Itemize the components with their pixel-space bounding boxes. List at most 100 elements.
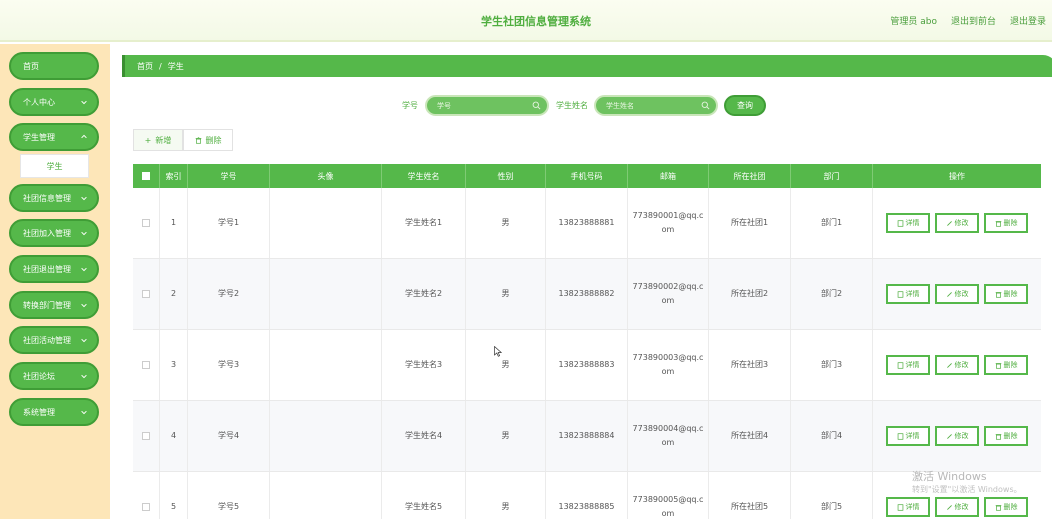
edit-button[interactable]: 修改 [935, 497, 979, 517]
sidebar: 首页 个人中心 学生管理 学生 社团信息管理 社团加入管理 社团退出管理 转换部… [0, 44, 110, 519]
admin-user-label[interactable]: 管理员 abo [890, 14, 937, 27]
chevron-down-icon [81, 410, 87, 415]
edit-button[interactable]: 修改 [935, 355, 979, 375]
cell-name: 学生姓名4 [382, 401, 466, 471]
pencil-icon [946, 504, 952, 510]
table-body: 1 学号1 学生姓名1 男 13823888881 773890001@qq.c… [133, 188, 1041, 519]
cell-dept: 部门5 [791, 472, 873, 519]
cell-email: 773890003@qq.com [628, 330, 709, 400]
select-all-cell [133, 164, 160, 188]
delete-button[interactable]: 删除 [984, 426, 1028, 446]
sidebar-item-profile[interactable]: 个人中心 [9, 88, 99, 116]
chevron-up-icon [81, 134, 87, 139]
document-icon [897, 432, 903, 440]
batch-delete-button[interactable]: 删除 [183, 129, 233, 151]
logout-link[interactable]: 退出登录 [1010, 14, 1046, 27]
cell-phone: 13823888881 [546, 188, 628, 258]
delete-button[interactable]: 删除 [984, 213, 1028, 233]
sidebar-item-dept-transfer[interactable]: 转换部门管理 [9, 291, 99, 319]
cell-gender: 男 [466, 259, 546, 329]
cell-avatar [270, 401, 382, 471]
detail-button[interactable]: 详情 [886, 426, 930, 446]
pencil-icon [946, 433, 952, 439]
col-header-email: 邮箱 [628, 164, 709, 188]
chevron-down-icon [81, 267, 87, 272]
student-no-input[interactable]: 学号 [425, 95, 549, 116]
cell-phone: 13823888884 [546, 401, 628, 471]
cell-club: 所在社团5 [709, 472, 791, 519]
chevron-down-icon [81, 100, 87, 105]
cell-index: 3 [160, 330, 188, 400]
cell-avatar [270, 259, 382, 329]
student-table: 索引 学号 头像 学生姓名 性别 手机号码 邮箱 所在社团 部门 操作 1 学号… [133, 164, 1041, 519]
row-checkbox[interactable] [142, 219, 150, 227]
sidebar-item-student-manage[interactable]: 学生管理 [9, 123, 99, 151]
cell-actions: 详情 修改 删除 [873, 401, 1041, 471]
edit-button[interactable]: 修改 [935, 213, 979, 233]
cell-dept: 部门2 [791, 259, 873, 329]
table-row: 1 学号1 学生姓名1 男 13823888881 773890001@qq.c… [133, 188, 1041, 259]
student-name-input[interactable]: 学生姓名 [594, 95, 718, 116]
cell-index: 1 [160, 188, 188, 258]
add-button[interactable]: + 新增 [133, 129, 183, 151]
sidebar-subitem-student[interactable]: 学生 [20, 154, 89, 178]
cell-no: 学号5 [188, 472, 270, 519]
cell-club: 所在社团1 [709, 188, 791, 258]
pencil-icon [946, 291, 952, 297]
trash-icon [195, 136, 201, 144]
sidebar-item-club-forum[interactable]: 社团论坛 [9, 362, 99, 390]
delete-button[interactable]: 删除 [984, 497, 1028, 517]
breadcrumb-home[interactable]: 首页 [137, 61, 153, 72]
search-icon [532, 101, 541, 110]
cell-avatar [270, 330, 382, 400]
table-header: 索引 学号 头像 学生姓名 性别 手机号码 邮箱 所在社团 部门 操作 [133, 164, 1041, 188]
cell-no: 学号3 [188, 330, 270, 400]
row-checkbox[interactable] [142, 503, 150, 511]
document-icon [897, 290, 903, 298]
delete-button[interactable]: 删除 [984, 284, 1028, 304]
back-to-front-link[interactable]: 退出到前台 [951, 14, 996, 27]
header-links: 管理员 abo 退出到前台 退出登录 [890, 14, 1046, 27]
cell-phone: 13823888885 [546, 472, 628, 519]
cell-email: 773890004@qq.com [628, 401, 709, 471]
activation-watermark-title: 激活 Windows [912, 470, 987, 483]
breadcrumb-separator: / [159, 61, 162, 71]
sidebar-item-club-join[interactable]: 社团加入管理 [9, 219, 99, 247]
cell-actions: 详情 修改 删除 [873, 259, 1041, 329]
trash-icon [995, 291, 1001, 298]
col-header-dept: 部门 [791, 164, 873, 188]
query-button[interactable]: 查询 [724, 95, 766, 116]
col-header-club: 所在社团 [709, 164, 791, 188]
cell-dept: 部门4 [791, 401, 873, 471]
cell-email: 773890002@qq.com [628, 259, 709, 329]
row-checkbox[interactable] [142, 432, 150, 440]
document-icon [897, 503, 903, 511]
edit-button[interactable]: 修改 [935, 284, 979, 304]
cell-name: 学生姓名3 [382, 330, 466, 400]
activation-watermark-subtitle: 转到"设置"以激活 Windows。 [912, 485, 1022, 494]
edit-button[interactable]: 修改 [935, 426, 979, 446]
sidebar-item-home[interactable]: 首页 [9, 52, 99, 80]
detail-button[interactable]: 详情 [886, 355, 930, 375]
delete-button[interactable]: 删除 [984, 355, 1028, 375]
cell-index: 2 [160, 259, 188, 329]
cell-email: 773890001@qq.com [628, 188, 709, 258]
top-header: 学生社团信息管理系统 管理员 abo 退出到前台 退出登录 [0, 0, 1052, 42]
sidebar-item-club-quit[interactable]: 社团退出管理 [9, 255, 99, 283]
cell-gender: 男 [466, 401, 546, 471]
pencil-icon [946, 220, 952, 226]
row-checkbox[interactable] [142, 361, 150, 369]
select-all-checkbox[interactable] [142, 172, 150, 180]
cell-no: 学号4 [188, 401, 270, 471]
sidebar-item-club-info[interactable]: 社团信息管理 [9, 184, 99, 212]
sidebar-item-club-activity[interactable]: 社团活动管理 [9, 326, 99, 354]
col-header-gender: 性别 [466, 164, 546, 188]
detail-button[interactable]: 详情 [886, 497, 930, 517]
row-checkbox[interactable] [142, 290, 150, 298]
table-row: 3 学号3 学生姓名3 男 13823888883 773890003@qq.c… [133, 330, 1041, 401]
document-icon [897, 219, 903, 227]
sidebar-item-system[interactable]: 系统管理 [9, 398, 99, 426]
detail-button[interactable]: 详情 [886, 213, 930, 233]
detail-button[interactable]: 详情 [886, 284, 930, 304]
document-icon [897, 361, 903, 369]
